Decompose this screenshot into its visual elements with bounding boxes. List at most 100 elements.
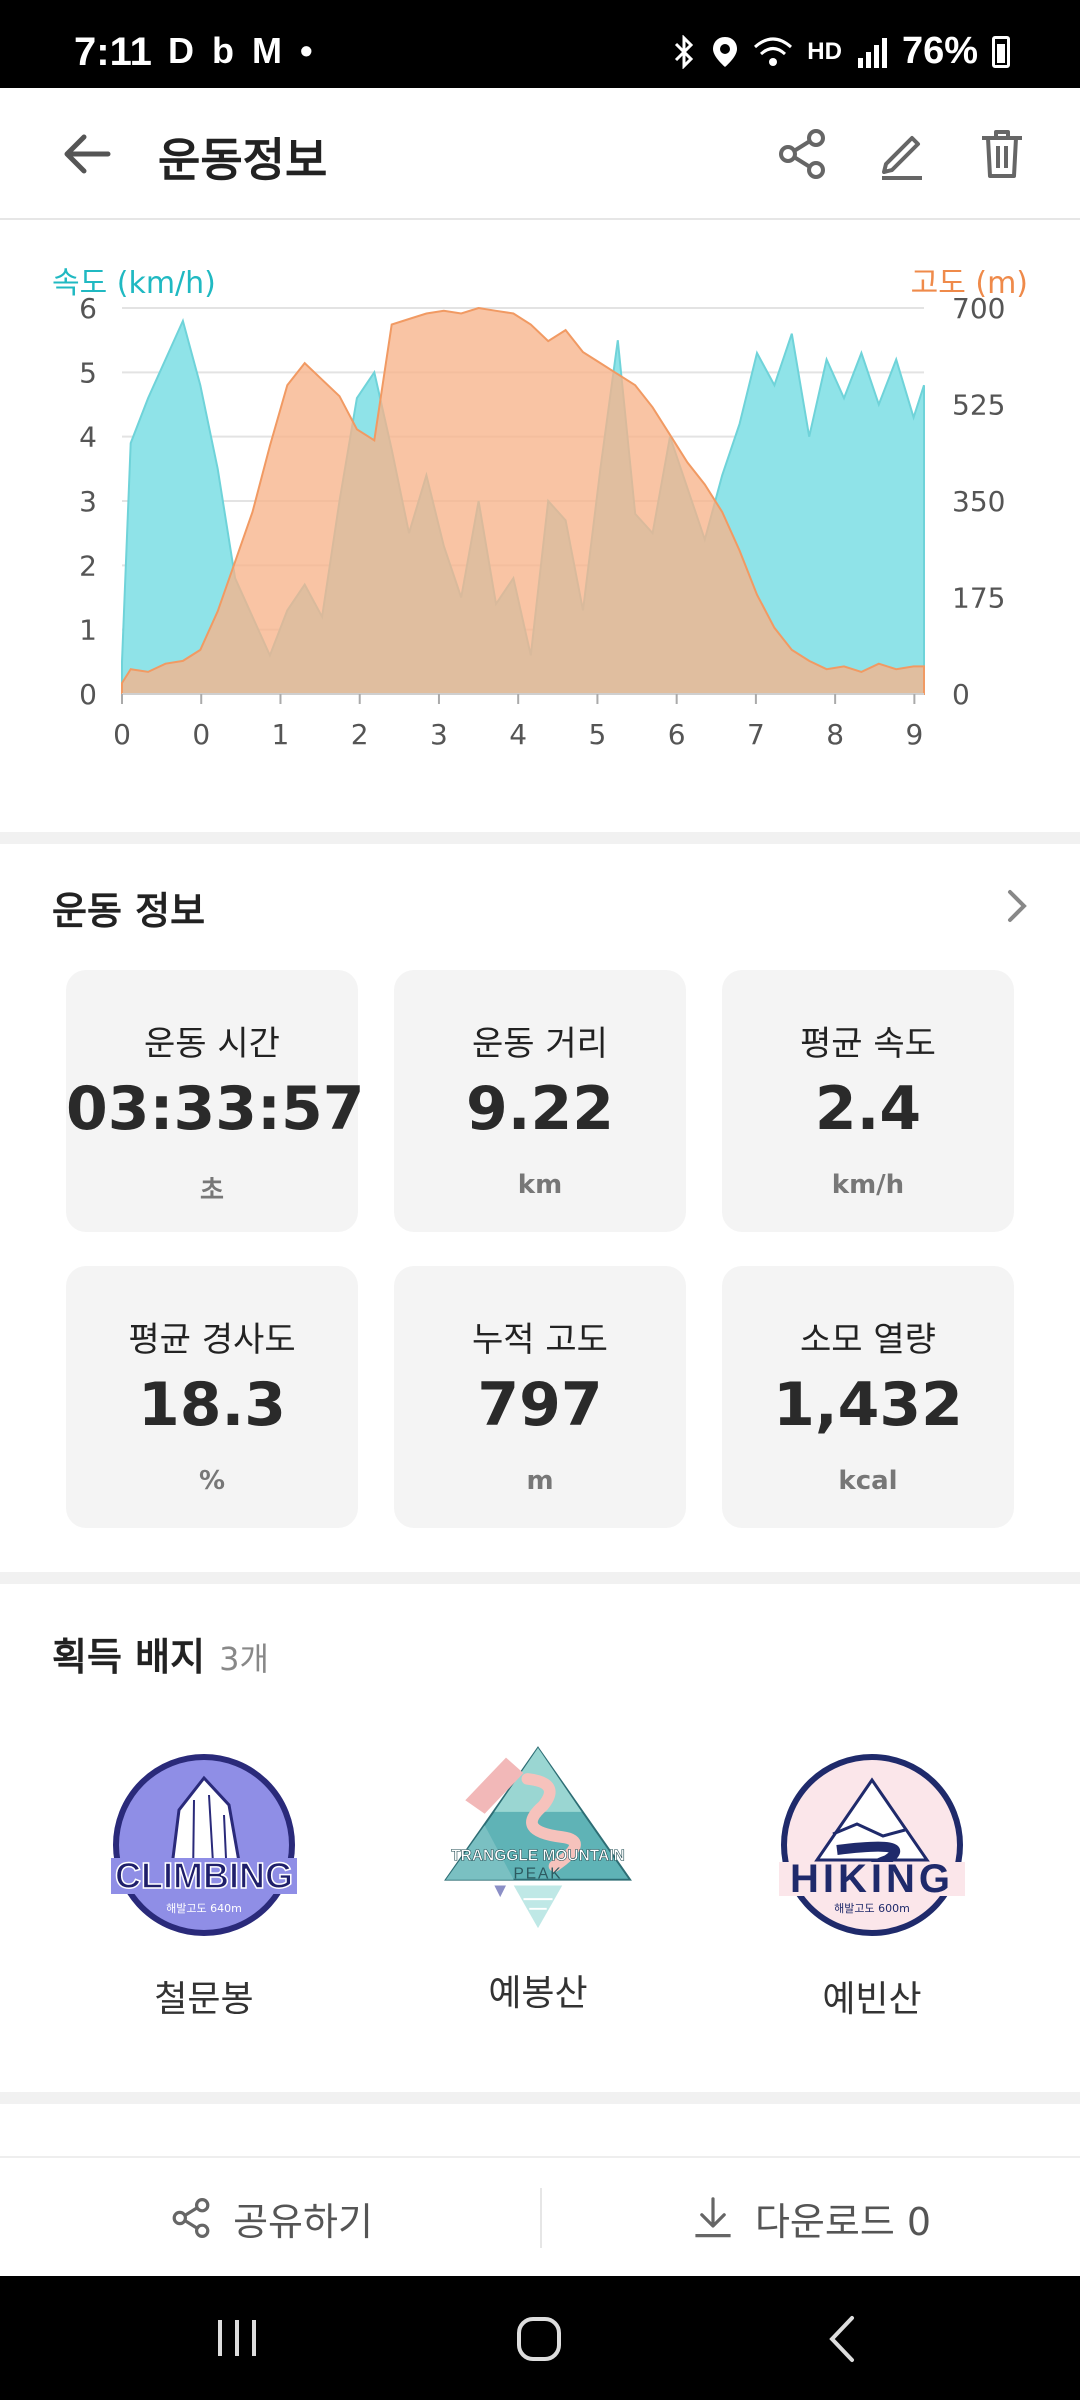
x-tick-label: 3 [430, 718, 448, 751]
stat-label: 운동 거리 [472, 1024, 608, 1064]
x-tick-label: 1 [272, 718, 290, 751]
y-left-tick-label: 2 [79, 549, 97, 582]
wifi-icon [754, 37, 793, 66]
system-nav-bar [0, 2276, 1080, 2400]
stat-card: 운동 거리 9.22 km [394, 970, 686, 1232]
y-left-tick-label: 6 [79, 292, 97, 325]
stat-value: 9.22 [465, 1074, 615, 1144]
x-tick-label: 9 [905, 718, 923, 751]
stat-value: 18.3 [137, 1370, 287, 1440]
stat-label: 소모 열량 [800, 1320, 936, 1360]
back-nav-icon[interactable] [822, 2314, 862, 2364]
y-left-tick-label: 4 [79, 421, 97, 454]
badge-name: 예봉산 [488, 1973, 588, 2014]
location-icon [713, 36, 738, 67]
hiking-badge-emblem: HIKING 해발고도 600m [779, 1754, 965, 1936]
section-divider [0, 832, 1080, 844]
badge-item[interactable]: CLIMBING 해발고도 640m 철문봉 [94, 1750, 314, 2022]
y-right-tick-label: 350 [952, 485, 1005, 518]
y-right-tick-label: 175 [952, 582, 1005, 615]
elevation-speed-chart: 속도 (km/h) 고도 (m) 6 5 4 3 2 1 0 700 525 350 175 0 0 0 1… [0, 222, 1080, 832]
x-tick-label: 0 [192, 718, 210, 751]
stat-label: 운동 시간 [144, 1024, 280, 1064]
x-tick-label: 8 [826, 718, 844, 751]
badges-section-title: 획득 배지 3개 [52, 1626, 269, 1681]
badge-emblem-sub: PEAK [513, 1866, 562, 1883]
y-left-tick-label: 0 [79, 678, 97, 711]
download-icon [695, 2197, 731, 2238]
x-tick-label: 6 [668, 718, 686, 751]
status-bar: 7:11 D b M • HD 76% [0, 0, 1080, 88]
chart-plot: 654321070052535017500 0 1 2 3 4 5 6 7 8 9 [79, 292, 1005, 751]
stat-card: 누적 고도 797 m [394, 1266, 686, 1528]
y-left-tick-label: 1 [79, 614, 97, 647]
edit-icon[interactable] [872, 124, 932, 184]
climbing-badge-emblem: CLIMBING 해발고도 640m [111, 1754, 297, 1936]
y-right-tick-label: 525 [952, 389, 1005, 422]
stat-label: 평균 경사도 [128, 1320, 296, 1360]
y-right-tick-label: 0 [952, 678, 970, 711]
stat-label: 누적 고도 [472, 1320, 608, 1360]
badge-name: 철문봉 [154, 1979, 254, 2020]
badge-emblem-text: HIKING [790, 1857, 954, 1901]
badge-emblem-sub: 해발고도 640m [166, 1901, 242, 1915]
stat-unit: km [517, 1170, 563, 1200]
back-arrow-icon[interactable] [56, 122, 120, 186]
status-time: 7:11 [74, 30, 152, 74]
workout-section-title: 운동 정보 [52, 889, 206, 933]
recent-apps-icon[interactable] [214, 2316, 260, 2360]
x-tick-label: 2 [351, 718, 369, 751]
stat-unit: km/h [831, 1170, 905, 1200]
chevron-right-icon[interactable] [996, 886, 1036, 926]
home-icon[interactable] [514, 2314, 564, 2364]
stat-unit: 초 [200, 1176, 224, 1206]
x-tick-label: 5 [589, 718, 607, 751]
y-right-tick-label: 700 [952, 292, 1005, 325]
download-button[interactable]: 다운로드 0 [540, 2158, 1080, 2278]
stat-value: 03:33:57 [66, 1074, 365, 1144]
x-tick-label: 7 [747, 718, 765, 751]
stat-value: 2.4 [814, 1074, 922, 1144]
share-icon[interactable] [772, 124, 832, 184]
page-title: 운동정보 [158, 133, 328, 187]
mountain-peak-badge-emblem: TRANGGLE MOUNTAIN PEAK [444, 1746, 632, 1929]
x-tick-label: 0 [113, 718, 131, 751]
battery-icon [992, 35, 1010, 68]
trash-icon[interactable] [972, 124, 1032, 184]
hd-voice-label: HD [807, 37, 842, 65]
stat-card: 평균 경사도 18.3% [66, 1266, 358, 1528]
badges-title: 획득 배지 [52, 1635, 206, 1679]
stat-card: 평균 속도 2.4 km/h [722, 970, 1014, 1232]
stat-unit: % [198, 1466, 226, 1496]
stat-value: 1,432 [773, 1370, 963, 1440]
y-left-tick-label: 3 [79, 485, 97, 518]
download-button-label: 다운로드 0 [754, 2199, 932, 2244]
badge-item[interactable]: HIKING 해발고도 600m 예빈산 [762, 1750, 982, 2022]
share-button[interactable]: 공유하기 [0, 2158, 540, 2278]
badge-emblem-text: TRANGGLE MOUNTAIN [451, 1847, 625, 1864]
appbar-actions [772, 124, 1032, 184]
signal-icon [857, 37, 887, 68]
notification-icons: D b M • [168, 30, 317, 71]
stat-unit: kcal [838, 1466, 898, 1496]
stat-card: 운동 시간 03:33:57 초 [66, 970, 365, 1232]
x-tick-label: 4 [509, 718, 527, 751]
badge-emblem-text: CLIMBING [115, 1855, 293, 1896]
badge-emblem-sub: 해발고도 600m [834, 1901, 910, 1915]
badge-item[interactable]: TRANGGLE MOUNTAIN PEAK 예봉산 [428, 1744, 648, 2016]
app-bar: 운동정보 [0, 88, 1080, 220]
y-left-tick-label: 5 [79, 356, 97, 389]
bluetooth-icon [675, 34, 694, 69]
status-right: HD 76% [671, 30, 1010, 73]
stat-value: 797 [477, 1370, 603, 1440]
stat-card: 소모 열량 1,432 kcal [722, 1266, 1014, 1528]
stat-label: 평균 속도 [800, 1024, 936, 1064]
bottom-action-bar: 공유하기 다운로드 0 [0, 2156, 1080, 2276]
share-button-label: 공유하기 [233, 2199, 373, 2244]
stat-unit: m [526, 1466, 554, 1496]
section-divider [0, 2092, 1080, 2104]
share-icon [172, 2198, 210, 2238]
badge-name: 예빈산 [822, 1979, 922, 2020]
battery-percent: 76% [901, 30, 978, 72]
badges-count: 3개 [219, 1640, 269, 1678]
